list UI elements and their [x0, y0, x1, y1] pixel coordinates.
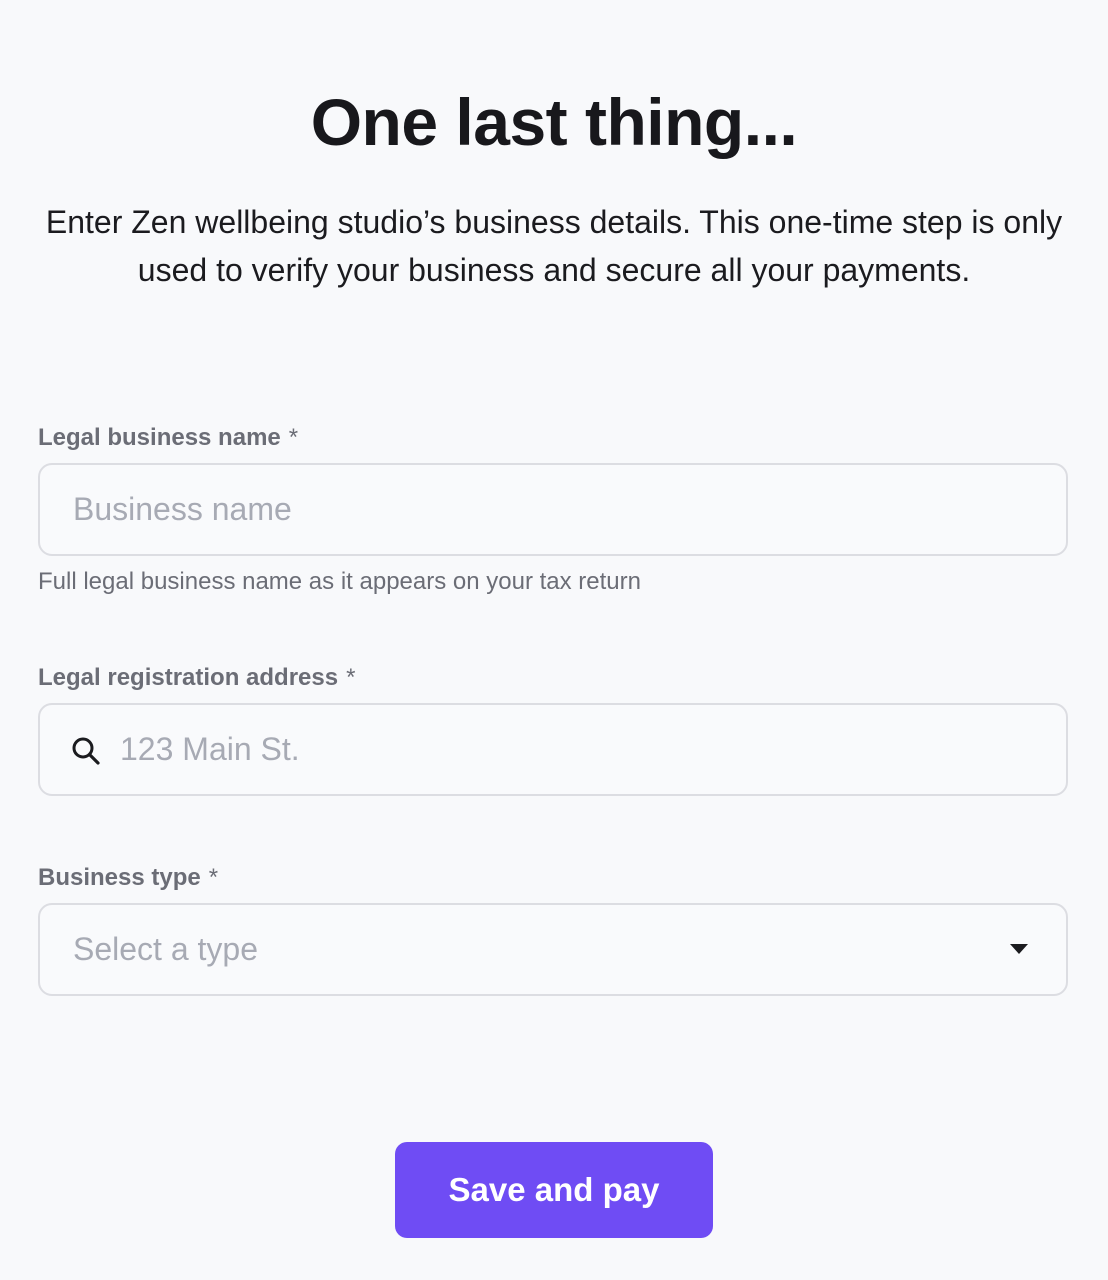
required-marker: *	[346, 664, 356, 691]
intro-text: Enter Zen wellbeing studio’s business de…	[45, 204, 1063, 288]
business-name-label: Legal business name *	[38, 423, 298, 453]
address-label-text: Legal registration address	[38, 664, 339, 691]
page-title: One last thing...	[310, 85, 798, 160]
business-name-field[interactable]	[38, 463, 1068, 556]
required-marker: *	[208, 864, 219, 891]
business-name-input[interactable]	[73, 465, 1033, 554]
address-label: Legal registration address *	[38, 663, 355, 693]
save-and-pay-button[interactable]: Save and pay	[395, 1142, 713, 1238]
address-search-input[interactable]	[120, 705, 1040, 794]
required-marker: *	[288, 424, 299, 451]
caret-down-icon	[1010, 944, 1028, 954]
business-type-label-text: Business type	[38, 864, 201, 891]
business-type-selected-value: Select a type	[73, 931, 258, 967]
business-name-label-text: Legal business name	[38, 424, 281, 451]
address-field[interactable]	[38, 703, 1068, 796]
business-type-select[interactable]: Select a type	[38, 903, 1068, 996]
search-icon	[72, 737, 100, 765]
business-name-hint: Full legal business name as it appears o…	[38, 568, 641, 595]
business-type-label: Business type *	[38, 863, 218, 893]
